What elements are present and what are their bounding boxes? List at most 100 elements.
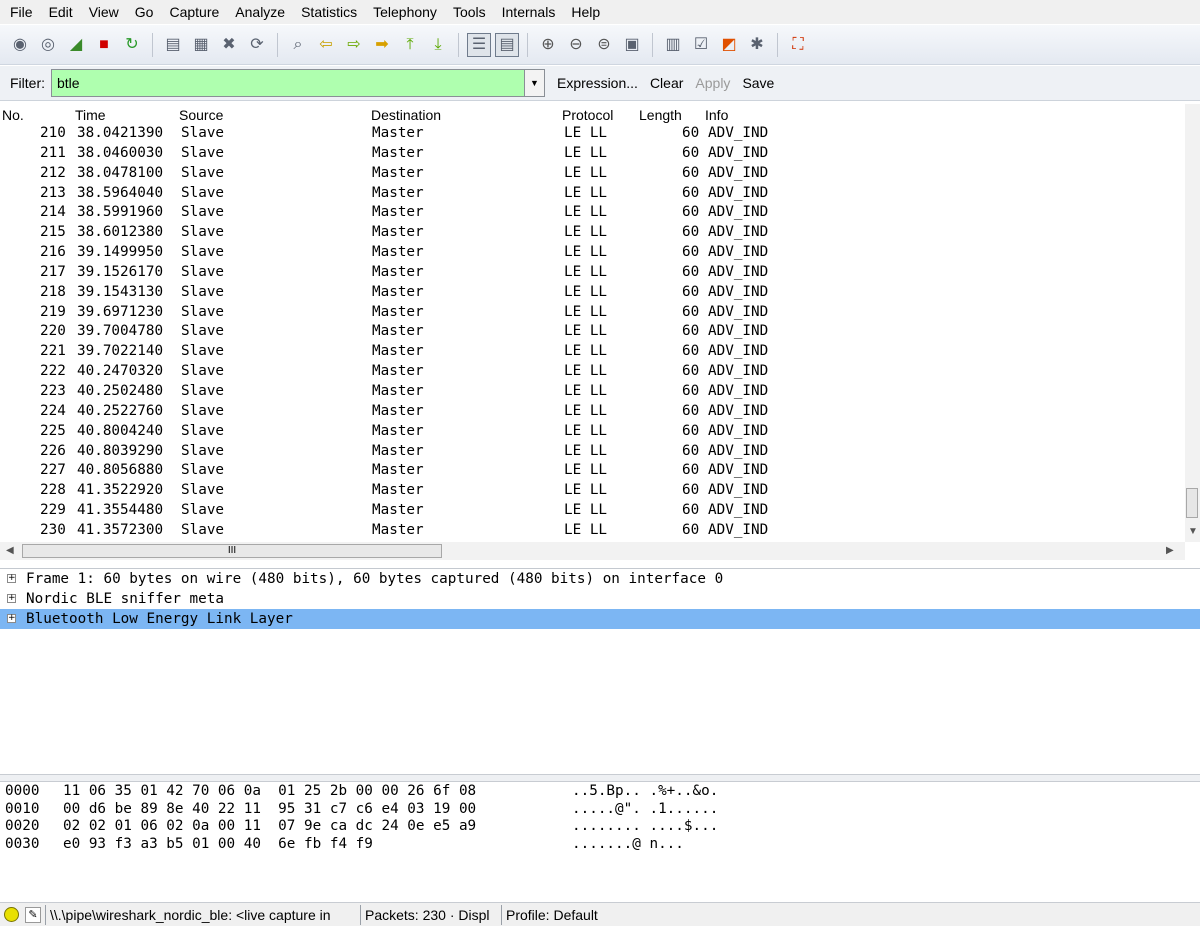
- expand-plus-icon[interactable]: +: [7, 614, 16, 623]
- column-header-protocol[interactable]: Protocol: [562, 106, 613, 124]
- go-to-packet-icon[interactable]: ➡: [370, 33, 394, 57]
- packet-row[interactable]: 219 39.6971230 Slave Master LE LL 60 ADV_IND: [0, 303, 1185, 323]
- coloring-rules-icon[interactable]: ◩: [717, 33, 741, 57]
- auto-scroll-icon[interactable]: ▤: [495, 32, 519, 57]
- expression-button[interactable]: Expression...: [557, 75, 638, 91]
- column-header-source[interactable]: Source: [179, 106, 223, 124]
- packet-row[interactable]: 229 41.3554480 Slave Master LE LL 60 ADV_IND: [0, 501, 1185, 521]
- go-forward-icon[interactable]: ⇨: [342, 33, 366, 57]
- detail-tree-item[interactable]: + Nordic BLE sniffer meta: [0, 589, 1200, 609]
- packet-list-horizontal-scrollbar[interactable]: ◀ III ▶: [0, 542, 1185, 560]
- preferences-icon[interactable]: ✱: [745, 33, 769, 57]
- hex-row[interactable]: 0000 11 06 35 01 42 70 06 0a 01 25 2b 00 …: [0, 783, 1200, 801]
- clear-button[interactable]: Clear: [650, 75, 683, 91]
- menu-view[interactable]: View: [81, 0, 127, 24]
- resize-columns-icon[interactable]: ▣: [620, 33, 644, 57]
- edit-comment-icon[interactable]: ✎: [25, 906, 41, 923]
- packet-row[interactable]: 222 40.2470320 Slave Master LE LL 60 ADV_IND: [0, 362, 1185, 382]
- colorize-icon[interactable]: ☰: [467, 32, 491, 57]
- column-header-no[interactable]: No.: [2, 106, 24, 124]
- hex-row[interactable]: 0010 00 d6 be 89 8e 40 22 11 95 31 c7 c6 …: [0, 801, 1200, 819]
- start-capture-icon[interactable]: ◢: [64, 33, 88, 57]
- options-icon[interactable]: ◎: [36, 33, 60, 57]
- packet-row[interactable]: 230 41.3572300 Slave Master LE LL 60 ADV_IND: [0, 521, 1185, 541]
- menu-file[interactable]: File: [0, 0, 41, 24]
- save-button[interactable]: Save: [742, 75, 774, 91]
- packet-row[interactable]: 217 39.1526170 Slave Master LE LL 60 ADV_IND: [0, 263, 1185, 283]
- packet-row[interactable]: 216 39.1499950 Slave Master LE LL 60 ADV_IND: [0, 243, 1185, 263]
- packet-no: 220: [40, 323, 66, 340]
- menu-telephony[interactable]: Telephony: [365, 0, 445, 24]
- scroll-right-icon[interactable]: ▶: [1166, 545, 1174, 556]
- packet-row[interactable]: 220 39.7004780 Slave Master LE LL 60 ADV_IND: [0, 322, 1185, 342]
- packet-row[interactable]: 211 38.0460030 Slave Master LE LL 60 ADV_IND: [0, 144, 1185, 164]
- packet-row[interactable]: 218 39.1543130 Slave Master LE LL 60 ADV_IND: [0, 283, 1185, 303]
- column-header-destination[interactable]: Destination: [371, 106, 441, 124]
- expand-plus-icon[interactable]: +: [7, 594, 16, 603]
- packet-row[interactable]: 224 40.2522760 Slave Master LE LL 60 ADV_IND: [0, 402, 1185, 422]
- pane-splitter[interactable]: [0, 774, 1200, 782]
- menu-internals[interactable]: Internals: [494, 0, 564, 24]
- packet-row[interactable]: 212 38.0478100 Slave Master LE LL 60 ADV_IND: [0, 164, 1185, 184]
- vertical-scroll-thumb[interactable]: [1186, 488, 1198, 518]
- save-file-icon[interactable]: ▦: [189, 33, 213, 57]
- packet-row[interactable]: 214 38.5991960 Slave Master LE LL 60 ADV_IND: [0, 203, 1185, 223]
- packet-no: 229: [40, 502, 66, 519]
- menu-go[interactable]: Go: [127, 0, 162, 24]
- open-file-icon[interactable]: ▤: [161, 33, 185, 57]
- normal-size-icon[interactable]: ⊜: [592, 33, 616, 57]
- zoom-out-icon[interactable]: ⊖: [564, 33, 588, 57]
- packet-row[interactable]: 215 38.6012380 Slave Master LE LL 60 ADV_IND: [0, 223, 1185, 243]
- close-file-icon[interactable]: ✖: [217, 33, 241, 57]
- packet-row[interactable]: 223 40.2502480 Slave Master LE LL 60 ADV_IND: [0, 382, 1185, 402]
- go-last-icon[interactable]: ⤓: [426, 33, 450, 57]
- filter-input[interactable]: btle: [51, 69, 525, 97]
- reload-icon[interactable]: ⟳: [245, 33, 269, 57]
- packet-row[interactable]: 210 38.0421390 Slave Master LE LL 60 ADV_IND: [0, 124, 1185, 144]
- column-header-time[interactable]: Time: [75, 106, 106, 124]
- zoom-in-icon[interactable]: ⊕: [536, 33, 560, 57]
- packet-row[interactable]: 226 40.8039290 Slave Master LE LL 60 ADV_IND: [0, 442, 1185, 462]
- menu-statistics[interactable]: Statistics: [293, 0, 365, 24]
- apply-button[interactable]: Apply: [695, 75, 730, 91]
- scroll-down-icon[interactable]: ▼: [1188, 526, 1198, 537]
- packet-destination: Master: [372, 442, 424, 459]
- menu-help[interactable]: Help: [563, 0, 608, 24]
- packet-destination: Master: [372, 323, 424, 340]
- scroll-left-icon[interactable]: ◀: [6, 545, 14, 556]
- expand-plus-icon[interactable]: +: [7, 574, 16, 583]
- display-filters-icon[interactable]: ☑: [689, 33, 713, 57]
- capture-filters-icon[interactable]: ▥: [661, 33, 685, 57]
- packet-info: ADV_IND: [708, 244, 769, 261]
- packet-row[interactable]: 228 41.3522920 Slave Master LE LL 60 ADV_IND: [0, 481, 1185, 501]
- packet-row[interactable]: 213 38.5964040 Slave Master LE LL 60 ADV_IND: [0, 184, 1185, 204]
- main-toolbar: ◉ ◎ ◢ ■ ↻ ▤ ▦ ✖ ⟳ ⌕ ⇦ ⇨ ➡ ⤒ ⤓ ☰ ▤ ⊕ ⊖ ⊜ ▣ ▥ ☑ ◩ ✱ ⛶: [0, 25, 1200, 65]
- go-back-icon[interactable]: ⇦: [314, 33, 338, 57]
- packet-row[interactable]: 221 39.7022140 Slave Master LE LL 60 ADV_IND: [0, 342, 1185, 362]
- go-first-icon[interactable]: ⤒: [398, 33, 422, 57]
- hex-row[interactable]: 0020 02 02 01 06 02 0a 00 11 07 9e ca dc …: [0, 818, 1200, 836]
- detail-tree-item[interactable]: + Frame 1: 60 bytes on wire (480 bits), 6…: [0, 569, 1200, 589]
- column-header-length[interactable]: Length: [639, 106, 682, 124]
- restart-capture-icon[interactable]: ↻: [120, 33, 144, 57]
- filter-dropdown-button[interactable]: ▼: [525, 69, 545, 97]
- hex-row[interactable]: 0030 e0 93 f3 a3 b5 01 00 40 6e fb f4 f9.…: [0, 836, 1200, 854]
- stop-capture-icon[interactable]: ■: [92, 33, 116, 57]
- interfaces-icon[interactable]: ◉: [8, 33, 32, 57]
- menu-tools[interactable]: Tools: [445, 0, 494, 24]
- packet-row[interactable]: 227 40.8056880 Slave Master LE LL 60 ADV_IND: [0, 461, 1185, 481]
- status-profile[interactable]: Profile: Default: [501, 904, 1194, 925]
- packet-length: 60: [682, 382, 700, 399]
- horizontal-scroll-thumb[interactable]: III: [22, 544, 442, 558]
- menu-analyze[interactable]: Analyze: [227, 0, 293, 24]
- detail-tree-item[interactable]: + Bluetooth Low Energy Link Layer: [0, 609, 1200, 629]
- expert-info-icon[interactable]: [4, 907, 19, 922]
- menu-edit[interactable]: Edit: [41, 0, 81, 24]
- column-header-info[interactable]: Info: [705, 106, 728, 124]
- menu-capture[interactable]: Capture: [161, 0, 227, 24]
- help-icon[interactable]: ⛶: [786, 33, 810, 57]
- packet-list-vertical-scrollbar[interactable]: ▼: [1185, 104, 1200, 542]
- packet-row[interactable]: 225 40.8004240 Slave Master LE LL 60 ADV_IND: [0, 422, 1185, 442]
- find-packet-icon[interactable]: ⌕: [286, 33, 310, 57]
- packet-protocol: LE LL: [564, 402, 608, 419]
